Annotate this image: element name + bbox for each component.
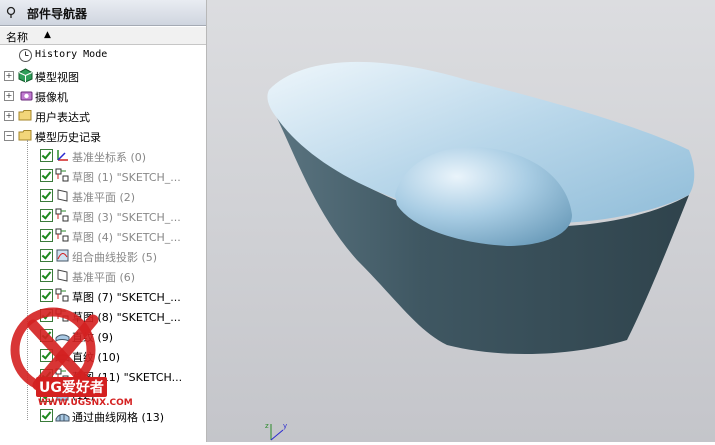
visibility-checkbox[interactable]	[40, 229, 53, 242]
expand-icon[interactable]: +	[4, 91, 14, 101]
expand-icon[interactable]: +	[4, 111, 14, 121]
tree-item[interactable]: 基准平面 (2)	[0, 186, 200, 206]
watermark-url: WWW.UGSNX.COM	[38, 398, 133, 408]
sort-ascending-icon: ▲	[44, 30, 51, 40]
tree-item-label: 用户表达式	[35, 111, 90, 124]
tree-item-label: 基准平面 (6)	[72, 271, 136, 284]
sketch-icon	[55, 228, 70, 243]
tree-item-label: 模型历史记录	[35, 131, 101, 144]
tree-item-label: 基准坐标系 (0)	[72, 151, 147, 164]
collapse-icon[interactable]: −	[4, 131, 14, 141]
tree-item-label: 基准平面 (2)	[72, 191, 136, 204]
tree-item[interactable]: 草图 (1) "SKETCH_...	[0, 166, 200, 186]
camera-icon	[18, 88, 33, 103]
name-column-header[interactable]: 名称 ▲	[0, 27, 206, 45]
tree-item[interactable]: History Mode	[0, 46, 200, 66]
visibility-checkbox[interactable]	[40, 149, 53, 162]
tree-item[interactable]: + 摄像机	[0, 86, 200, 106]
tree-item-label: 草图 (3) "SKETCH_...	[72, 211, 181, 224]
graphics-viewport[interactable]: z y	[207, 0, 715, 442]
column-header-label: 名称	[6, 31, 28, 44]
tree-item-label: 组合曲线投影 (5)	[72, 251, 158, 264]
visibility-checkbox[interactable]	[40, 209, 53, 222]
ugsnx-watermark-logo	[10, 307, 99, 396]
watermark-brand: UG爱好者	[36, 377, 107, 397]
folder-icon	[18, 128, 33, 143]
visibility-checkbox[interactable]	[40, 269, 53, 282]
tree-item[interactable]: 基准平面 (6)	[0, 266, 200, 286]
tree-item-label: 摄像机	[35, 91, 68, 104]
tree-item-label: 模型视图	[35, 71, 79, 84]
tree-item[interactable]: 草图 (4) "SKETCH_...	[0, 226, 200, 246]
model-view-icon	[18, 68, 33, 83]
tree-item[interactable]: 草图 (3) "SKETCH_...	[0, 206, 200, 226]
visibility-checkbox[interactable]	[40, 189, 53, 202]
folder-icon	[18, 108, 33, 123]
expand-icon[interactable]: +	[4, 71, 14, 81]
visibility-checkbox[interactable]	[40, 249, 53, 262]
navigator-title-bar: 部件导航器	[0, 0, 206, 26]
tree-item[interactable]: 组合曲线投影 (5)	[0, 246, 200, 266]
visibility-checkbox[interactable]	[40, 169, 53, 182]
datum-plane-icon	[55, 268, 70, 283]
datum-plane-icon	[55, 188, 70, 203]
svg-text:z: z	[265, 422, 269, 430]
projected-curve-icon	[55, 248, 70, 263]
tree-item-label: History Mode	[35, 49, 108, 60]
model-canvas[interactable]: z y	[207, 0, 715, 442]
pin-icon[interactable]	[5, 6, 17, 18]
sketch-icon	[55, 168, 70, 183]
tree-item[interactable]: 基准坐标系 (0)	[0, 146, 200, 166]
tree-item[interactable]: + 模型视图	[0, 66, 200, 86]
datum-csys-icon	[55, 148, 70, 163]
view-triad-icon: z y	[265, 422, 287, 441]
clock-icon	[18, 48, 33, 63]
tree-item[interactable]: − 模型历史记录	[0, 126, 200, 146]
tree-item-label: 草图 (1) "SKETCH_...	[72, 171, 181, 184]
navigator-title: 部件导航器	[27, 7, 88, 21]
tree-item-label: 草图 (4) "SKETCH_...	[72, 231, 181, 244]
svg-text:y: y	[283, 422, 287, 430]
sketch-icon	[55, 208, 70, 223]
tree-item[interactable]: + 用户表达式	[0, 106, 200, 126]
